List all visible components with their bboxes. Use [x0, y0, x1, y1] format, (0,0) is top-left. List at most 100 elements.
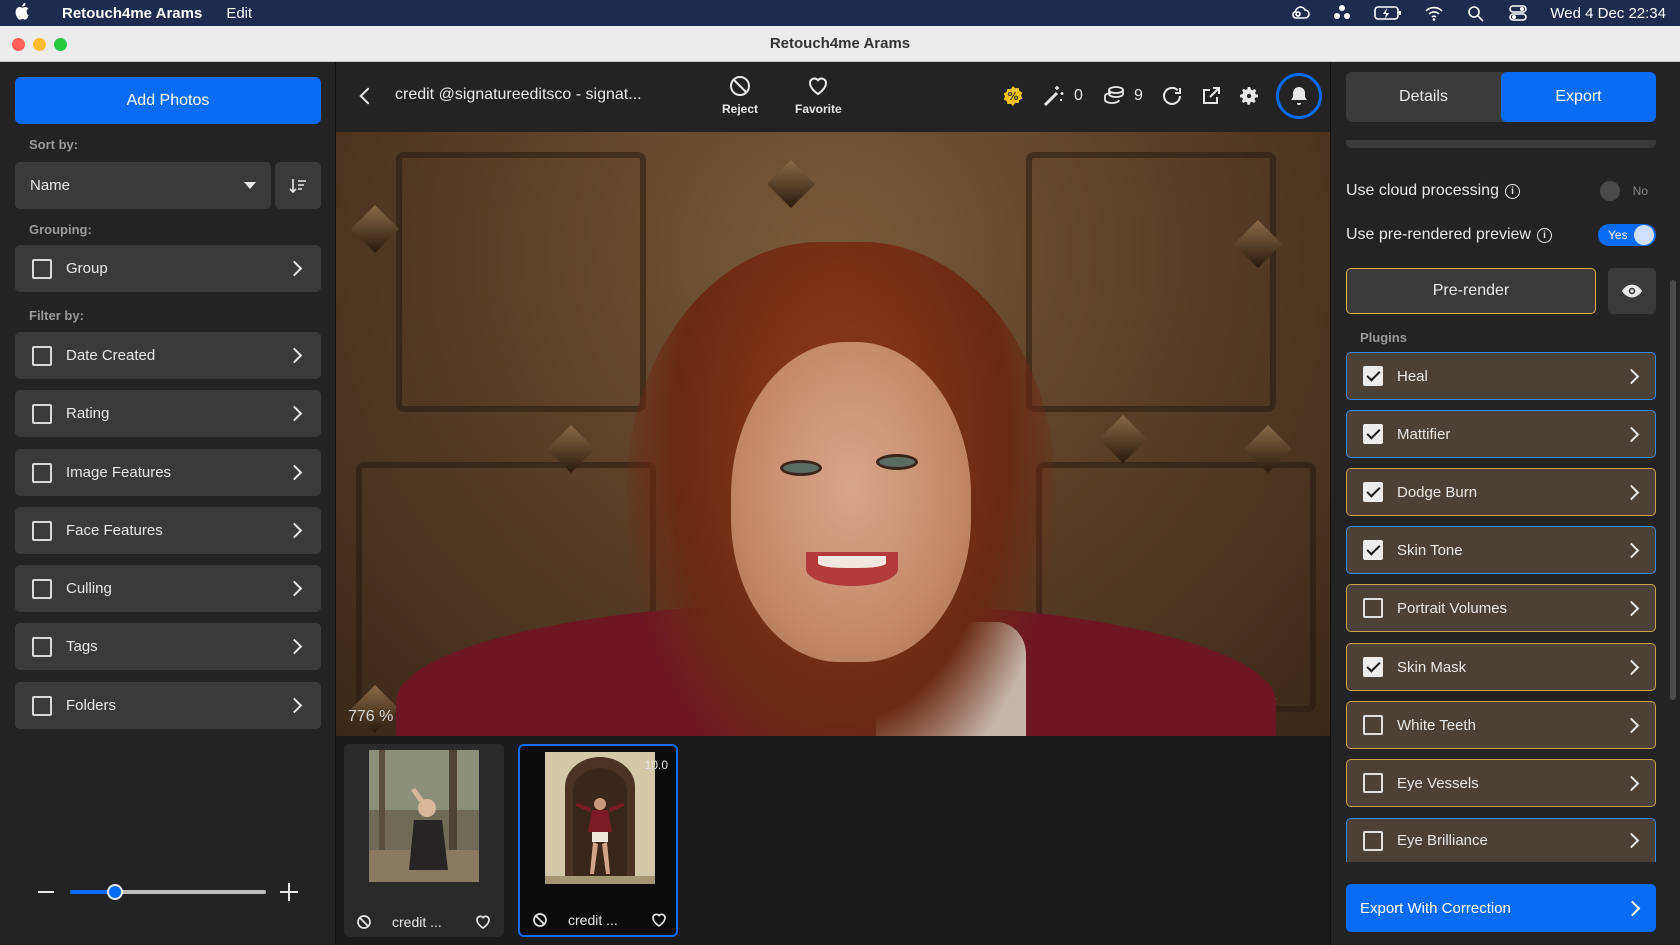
search-icon[interactable]	[1466, 4, 1486, 22]
slider-track[interactable]	[70, 884, 266, 900]
sort-select[interactable]: Name	[15, 162, 271, 209]
chevron-right-icon	[1623, 717, 1640, 733]
filter-checkbox[interactable]	[32, 520, 52, 541]
favorite-button[interactable]: Favorite	[795, 74, 842, 116]
preview-toggle-button[interactable]	[1608, 268, 1656, 314]
door-stud	[766, 159, 816, 209]
filter-date-created[interactable]: Date Created	[15, 332, 321, 379]
plugin-checkbox[interactable]	[1363, 424, 1383, 444]
heart-icon[interactable]	[474, 913, 492, 931]
door-stud	[1098, 414, 1148, 464]
filter-checkbox[interactable]	[32, 636, 52, 657]
thumbnail-footer: credit ...	[532, 911, 668, 929]
chevron-right-icon	[286, 522, 303, 539]
group-checkbox[interactable]	[32, 258, 52, 279]
filter-face-features[interactable]: Face Features	[15, 507, 321, 554]
info-icon[interactable]: i	[1536, 227, 1552, 243]
reject-button[interactable]: Reject	[722, 74, 758, 116]
thumbnail-card-selected[interactable]: 10.0 credit ...	[518, 744, 678, 937]
zoom-window-button[interactable]	[54, 38, 67, 51]
plugin-checkbox[interactable]	[1363, 540, 1383, 560]
portrait-face	[731, 342, 971, 662]
group-toggle[interactable]: Group	[15, 245, 321, 292]
prerendered-preview-toggle[interactable]: Yes	[1598, 224, 1656, 246]
plugin-heal[interactable]: Heal	[1346, 352, 1656, 400]
reject-icon	[730, 76, 751, 96]
wifi-icon[interactable]	[1424, 4, 1444, 22]
info-icon[interactable]: i	[1504, 183, 1520, 199]
heart-icon[interactable]	[650, 911, 668, 929]
panel-divider	[1346, 140, 1656, 148]
plugin-mattifier[interactable]: Mattifier	[1346, 410, 1656, 458]
users-icon[interactable]	[1332, 4, 1352, 22]
filter-checkbox[interactable]	[32, 695, 52, 716]
plugin-eye-brilliance[interactable]: Eye Brilliance	[1346, 818, 1656, 862]
filter-checkbox[interactable]	[32, 345, 52, 366]
plugin-checkbox[interactable]	[1363, 366, 1383, 386]
thumbnail-size-slider[interactable]	[34, 877, 304, 907]
filter-checkbox[interactable]	[32, 403, 52, 424]
reject-icon[interactable]	[532, 912, 548, 928]
export-with-correction-button[interactable]: Export With Correction	[1346, 884, 1656, 932]
badge-button[interactable]: %	[1001, 84, 1025, 108]
door-panel	[396, 152, 646, 412]
filter-checkbox[interactable]	[32, 578, 52, 599]
plugin-label: Heal	[1397, 367, 1428, 385]
plugin-checkbox[interactable]	[1363, 715, 1383, 735]
thumbnail-card[interactable]: credit ...	[344, 744, 504, 937]
filter-culling[interactable]: Culling	[15, 565, 321, 612]
toggle-state: No	[1632, 184, 1648, 198]
add-photos-button[interactable]: Add Photos	[15, 77, 321, 124]
plugin-skin-tone[interactable]: Skin Tone	[1346, 526, 1656, 574]
plugin-dodge-burn[interactable]: Dodge Burn	[1346, 468, 1656, 516]
tab-export[interactable]: Export	[1501, 72, 1656, 122]
plugin-label: Skin Mask	[1397, 658, 1467, 676]
menubar-app-name[interactable]: Retouch4me Arams	[62, 5, 202, 22]
plugin-checkbox[interactable]	[1363, 598, 1383, 618]
chevron-right-icon	[1624, 900, 1641, 916]
filter-tags[interactable]: Tags	[15, 623, 321, 670]
chevron-right-icon	[286, 260, 303, 277]
plugin-checkbox[interactable]	[1363, 830, 1383, 851]
panel-scrollbar[interactable]	[1670, 280, 1676, 700]
menubar-clock[interactable]: Wed 4 Dec 22:34	[1550, 5, 1666, 22]
reject-icon[interactable]	[356, 914, 372, 930]
panel-tabs: Details Export	[1346, 72, 1656, 122]
filter-folders[interactable]: Folders	[15, 682, 321, 729]
cloud-processing-toggle[interactable]: No	[1598, 180, 1656, 202]
plugin-white-teeth[interactable]: White Teeth	[1346, 701, 1656, 749]
zoom-level: 776 %	[348, 708, 394, 725]
plugin-checkbox[interactable]	[1363, 657, 1383, 677]
minimize-window-button[interactable]	[33, 38, 46, 51]
coins-icon	[1104, 86, 1124, 104]
minus-icon[interactable]	[38, 891, 54, 893]
filter-rating[interactable]: Rating	[15, 390, 321, 437]
magic-wand-counter[interactable]: 0	[1042, 84, 1083, 108]
refresh-button[interactable]	[1160, 84, 1184, 108]
filter-checkbox[interactable]	[32, 462, 52, 483]
control-center-icon[interactable]	[1508, 4, 1528, 22]
slider-thumb[interactable]	[107, 884, 124, 900]
settings-button[interactable]	[1237, 84, 1261, 108]
plugin-checkbox[interactable]	[1363, 482, 1383, 502]
back-arrow-icon[interactable]	[359, 87, 377, 105]
open-external-button[interactable]	[1199, 84, 1223, 108]
menu-edit[interactable]: Edit	[226, 5, 252, 22]
creative-cloud-icon[interactable]	[1290, 4, 1311, 22]
apple-icon[interactable]	[14, 2, 40, 25]
battery-icon[interactable]	[1374, 4, 1402, 22]
pre-render-button[interactable]: Pre-render	[1346, 268, 1596, 314]
plugin-checkbox[interactable]	[1363, 773, 1383, 793]
credits-counter[interactable]: 9	[1102, 84, 1143, 108]
notifications-button[interactable]	[1276, 73, 1322, 119]
plugin-eye-vessels[interactable]: Eye Vessels	[1346, 759, 1656, 807]
sort-order-button[interactable]	[275, 162, 321, 209]
photo-canvas[interactable]: 776 %	[336, 132, 1330, 736]
tab-details[interactable]: Details	[1346, 72, 1501, 122]
close-window-button[interactable]	[12, 38, 25, 51]
plugin-skin-mask[interactable]: Skin Mask	[1346, 643, 1656, 691]
chevron-right-icon	[1623, 775, 1640, 791]
filter-image-features[interactable]: Image Features	[15, 449, 321, 496]
plugin-portrait-volumes[interactable]: Portrait Volumes	[1346, 584, 1656, 632]
badge-icon: %	[1003, 86, 1023, 106]
